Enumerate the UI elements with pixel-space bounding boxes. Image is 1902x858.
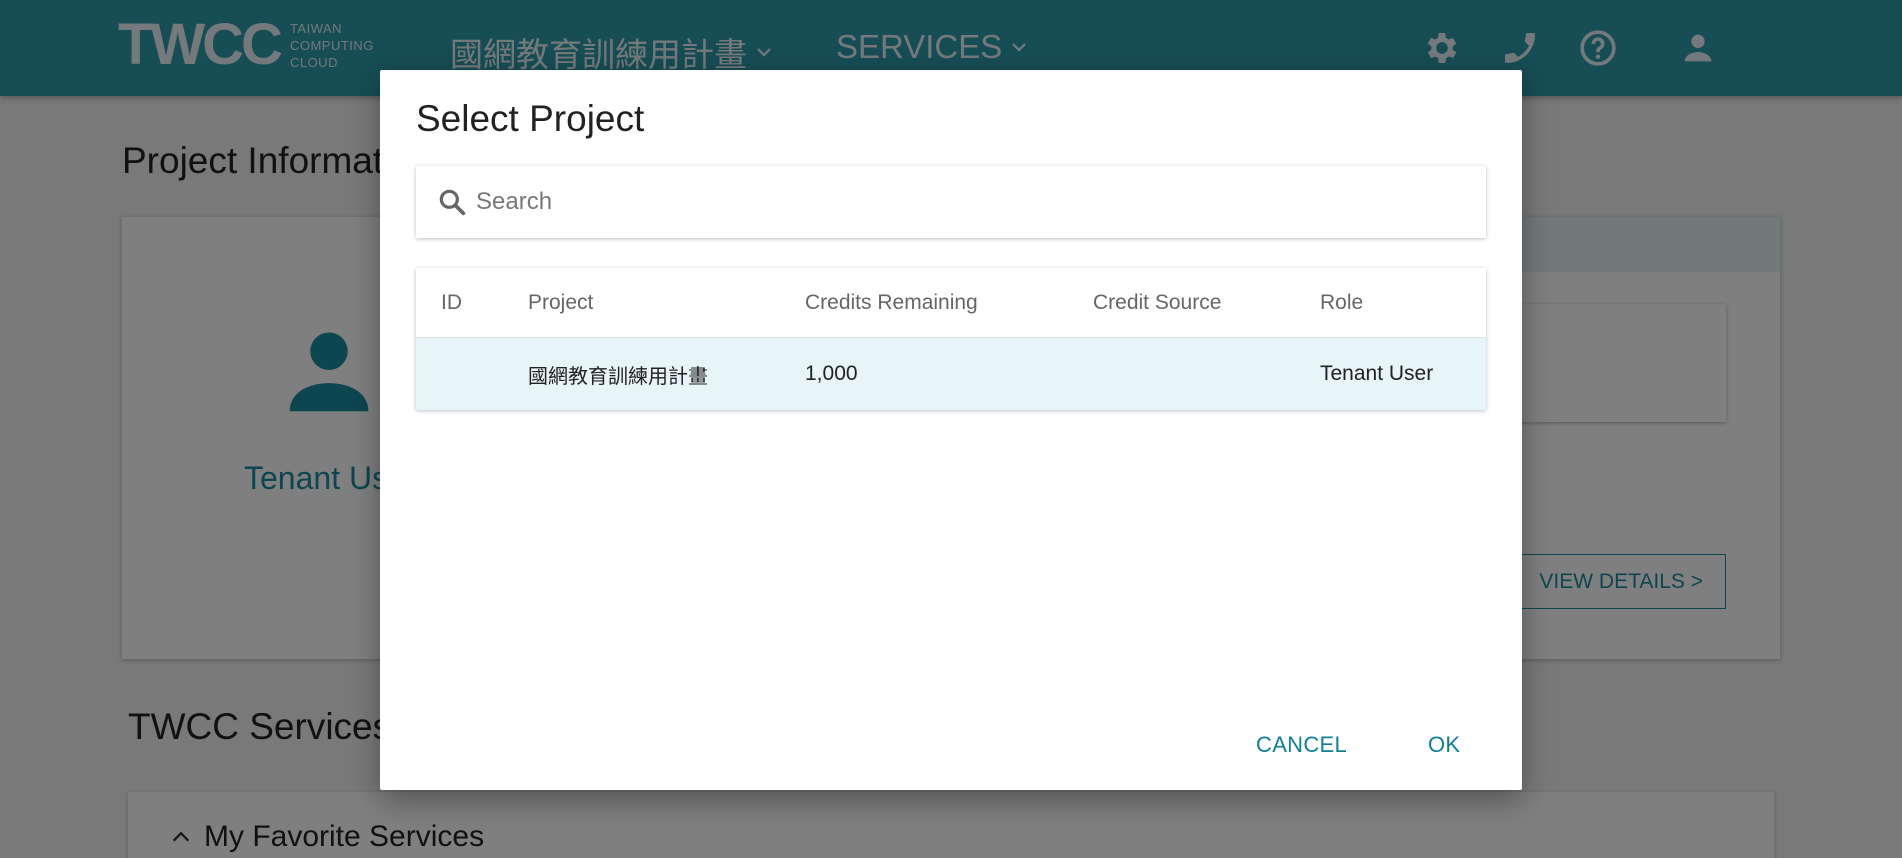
table-row[interactable]: 國網教育訓練用計畫 1,000 Tenant User xyxy=(416,338,1486,410)
ok-button[interactable]: OK xyxy=(1428,732,1460,758)
select-project-dialog: Select Project ID Project Credits Remain… xyxy=(380,70,1522,790)
search-box xyxy=(416,166,1486,238)
column-header-project[interactable]: Project xyxy=(528,291,805,315)
cell-project: 國網教育訓練用計畫 xyxy=(528,363,708,388)
column-header-id[interactable]: ID xyxy=(416,291,528,315)
column-header-credit-source[interactable]: Credit Source xyxy=(1093,291,1320,315)
dialog-title: Select Project xyxy=(416,98,645,139)
cell-role: Tenant User xyxy=(1320,362,1434,385)
column-header-role[interactable]: Role xyxy=(1320,291,1486,315)
table-header-row: ID Project Credits Remaining Credit Sour… xyxy=(416,268,1486,338)
search-input[interactable] xyxy=(476,188,1456,216)
search-icon xyxy=(439,189,466,216)
cell-credits-remaining: 1,000 xyxy=(805,362,858,385)
column-header-credits-remaining[interactable]: Credits Remaining xyxy=(805,291,1093,315)
cancel-button[interactable]: CANCEL xyxy=(1256,732,1347,758)
project-table: ID Project Credits Remaining Credit Sour… xyxy=(416,268,1486,410)
